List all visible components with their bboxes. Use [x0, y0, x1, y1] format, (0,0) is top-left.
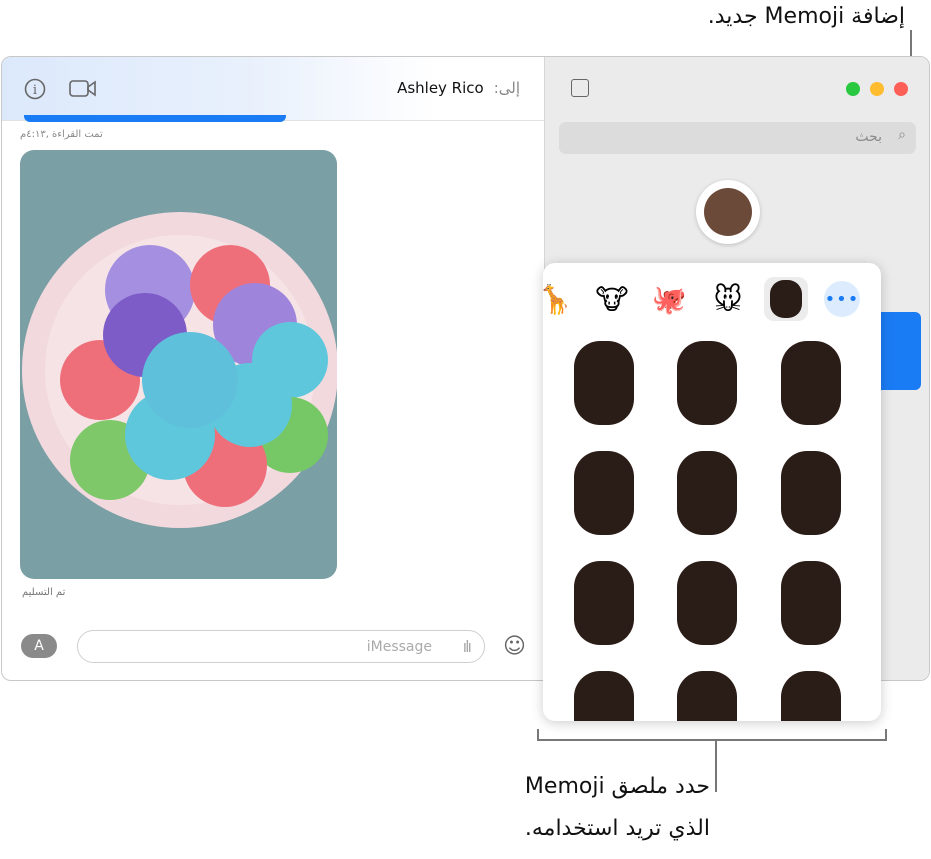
- callout-line: [715, 740, 717, 792]
- search-icon: ⌕: [898, 127, 906, 143]
- svg-text:i: i: [33, 83, 37, 98]
- bracket-line: [537, 729, 539, 740]
- bracket-line: [885, 729, 887, 740]
- emoji-button[interactable]: ☺: [503, 634, 526, 659]
- memoji-sticker[interactable]: [766, 553, 856, 653]
- video-icon[interactable]: [69, 79, 97, 99]
- cow-sticker-tab[interactable]: 🐮: [590, 277, 634, 321]
- more-options-button[interactable]: •••: [824, 281, 860, 317]
- app-store-button[interactable]: A: [21, 634, 57, 658]
- memoji-sticker[interactable]: [662, 333, 752, 433]
- mouse-sticker-tab[interactable]: 🐭: [706, 277, 750, 321]
- memoji-sticker[interactable]: [766, 333, 856, 433]
- callout-add-memoji: إضافة Memoji جديد.: [707, 4, 905, 29]
- sticker-grid: [559, 333, 869, 721]
- memoji-sticker-popover: 🦒 🐮 🐙 🐭 •••: [543, 263, 881, 721]
- recipient-name[interactable]: Ashley Rico: [397, 79, 484, 97]
- conversation-header: i Ashley Rico إلى:: [2, 57, 544, 121]
- search-placeholder: بحث: [855, 129, 882, 145]
- read-status: تمت القراءة ,٤:١٣م: [20, 129, 103, 140]
- memoji-sticker[interactable]: [766, 443, 856, 543]
- memoji-sticker[interactable]: [559, 333, 649, 433]
- memoji-sticker[interactable]: [559, 443, 649, 543]
- message-input[interactable]: iMessage ılı: [77, 630, 485, 663]
- giraffe-sticker-tab[interactable]: 🦒: [543, 277, 577, 321]
- macarons-photo: [22, 212, 337, 528]
- compose-icon[interactable]: [571, 79, 589, 97]
- octopus-sticker-tab[interactable]: 🐙: [647, 277, 691, 321]
- message-placeholder: iMessage: [366, 639, 432, 655]
- avatar[interactable]: [696, 180, 760, 244]
- audio-waveform-icon[interactable]: ılı: [463, 637, 472, 656]
- close-button[interactable]: [894, 82, 908, 96]
- memoji-sticker[interactable]: [559, 663, 649, 721]
- memoji-sticker[interactable]: [662, 553, 752, 653]
- memoji-sticker[interactable]: [662, 443, 752, 543]
- bracket-line: [537, 739, 887, 741]
- zoom-button[interactable]: [846, 82, 860, 96]
- search-field[interactable]: بحث ⌕: [559, 122, 916, 154]
- previous-message-bubble[interactable]: [24, 115, 286, 122]
- memoji-sticker[interactable]: [766, 663, 856, 721]
- conversation-selected[interactable]: [875, 312, 921, 390]
- memoji-sticker-tab[interactable]: [764, 277, 808, 321]
- callout-select-sticker: حدد ملصق Memoji: [524, 774, 710, 799]
- to-label: إلى:: [493, 79, 520, 97]
- minimize-button[interactable]: [870, 82, 884, 96]
- callout-select-sticker-2: الذي تريد استخدامه.: [524, 816, 710, 841]
- delivered-status: تم التسليم: [22, 587, 66, 598]
- memoji-sticker[interactable]: [662, 663, 752, 721]
- photo-message[interactable]: [20, 150, 337, 579]
- info-icon[interactable]: i: [24, 78, 46, 100]
- memoji-sticker[interactable]: [559, 553, 649, 653]
